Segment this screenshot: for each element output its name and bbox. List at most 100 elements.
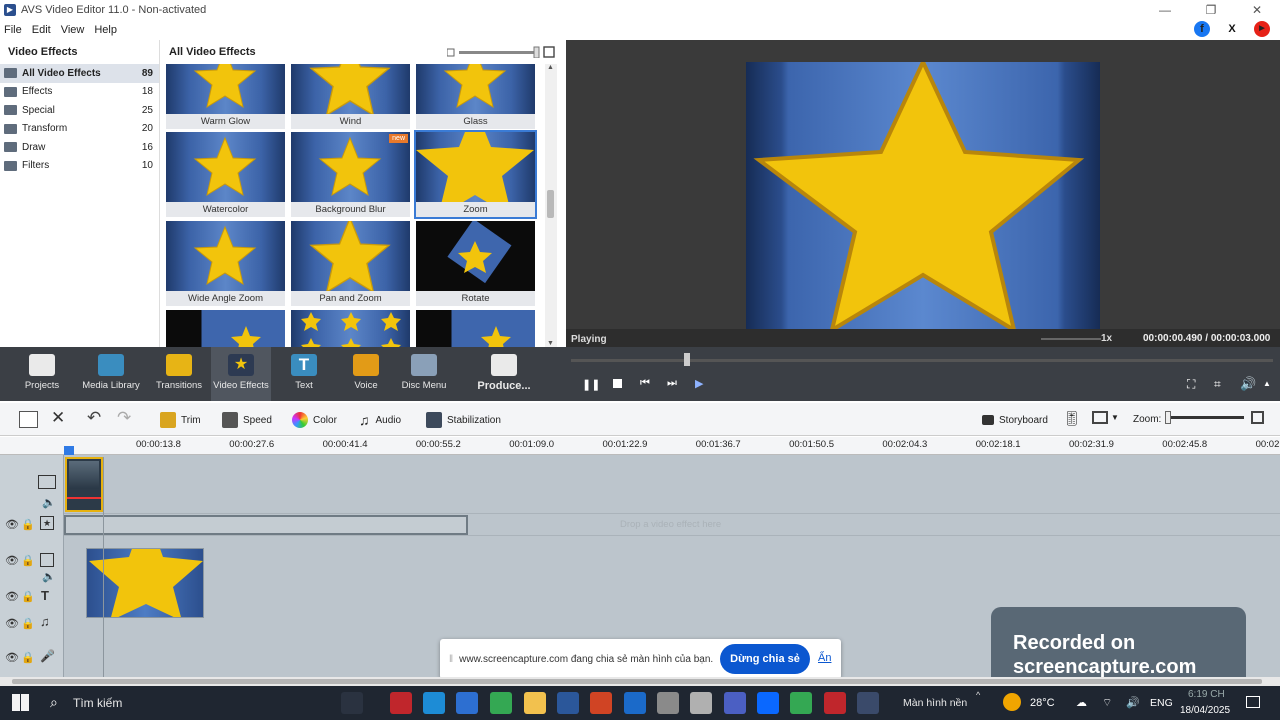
effect-tile[interactable] <box>416 310 535 347</box>
tool-transitions[interactable]: Transitions <box>153 347 205 401</box>
tool-projects[interactable]: Projects <box>17 347 67 401</box>
effect-drop-zone[interactable] <box>64 515 468 535</box>
task-view-icon[interactable] <box>341 692 363 714</box>
lock-icon[interactable]: 🔒 <box>21 518 35 531</box>
zoom-slider-handle[interactable] <box>1165 411 1171 424</box>
category-special[interactable]: Special 25 <box>0 101 159 120</box>
eye-icon[interactable]: 👁 <box>5 590 19 603</box>
gallery-scrollbar[interactable]: ▲ ▼ <box>545 64 557 347</box>
eye-icon[interactable]: 👁 <box>5 617 19 630</box>
effect-wide-angle-zoom[interactable]: Wide Angle Zoom <box>166 221 285 306</box>
taskbar-search[interactable]: Tìm kiếm <box>73 696 122 710</box>
speaker-icon[interactable]: 🔈 <box>42 570 56 583</box>
menu-file[interactable]: File <box>4 24 22 36</box>
pause-button[interactable]: ❚❚ <box>582 378 600 391</box>
video-clip[interactable] <box>65 457 103 512</box>
effect-pan-and-zoom[interactable]: Pan and Zoom <box>291 221 410 306</box>
mail-icon[interactable] <box>624 692 646 714</box>
fullscreen-button[interactable]: ⛶ <box>1187 377 1195 392</box>
tool-disc-menu[interactable]: Disc Menu <box>399 347 449 401</box>
photos-icon[interactable] <box>690 692 712 714</box>
timeline-zoom-slider[interactable] <box>1166 416 1244 419</box>
effect-tile[interactable] <box>291 310 410 347</box>
lock-icon[interactable]: 🔒 <box>21 617 35 630</box>
word-icon[interactable] <box>557 692 579 714</box>
search-icon[interactable]: ⌕ <box>50 694 58 711</box>
hide-link[interactable]: Ẩn <box>818 652 831 664</box>
language-indicator[interactable]: ENG <box>1150 697 1173 709</box>
media-player-icon[interactable] <box>657 692 679 714</box>
audio-button[interactable]: ♫ Audio <box>359 409 401 431</box>
ccleaner-icon[interactable] <box>390 692 412 714</box>
video-capture-icon[interactable] <box>857 692 879 714</box>
eye-icon[interactable]: 👁 <box>5 554 19 567</box>
eye-icon[interactable]: 👁 <box>5 651 19 664</box>
powerpoint-icon[interactable] <box>590 692 612 714</box>
effect-tile[interactable] <box>166 310 285 347</box>
edge-icon[interactable] <box>423 692 445 714</box>
thumbnail-size-slider[interactable] <box>447 46 555 58</box>
undo-icon[interactable]: ↶ <box>87 408 101 428</box>
menu-view[interactable]: View <box>61 24 85 36</box>
select-all-icon[interactable] <box>19 411 38 428</box>
category-transform[interactable]: Transform 20 <box>0 120 159 139</box>
snapshot-button[interactable]: ⌗ <box>1214 377 1221 392</box>
effect-rotate[interactable]: Rotate <box>416 221 535 306</box>
store-icon[interactable] <box>456 692 478 714</box>
fit-timeline-icon[interactable] <box>1251 411 1264 424</box>
cloud-icon[interactable]: ☁ <box>1076 696 1087 709</box>
effect-background-blur[interactable]: new Background Blur <box>291 132 410 217</box>
stabilization-button[interactable]: Stabilization <box>426 409 501 431</box>
menu-edit[interactable]: Edit <box>32 24 51 36</box>
trim-button[interactable]: Trim <box>160 409 201 431</box>
clock-date[interactable]: 18/04/2025 <box>1180 705 1230 716</box>
minimize-button[interactable]: — <box>1142 0 1188 20</box>
seek-handle[interactable] <box>684 353 690 366</box>
play-range-button[interactable]: ▶ <box>695 377 703 390</box>
drag-handle-icon[interactable]: ‖ <box>449 654 453 665</box>
wifi-icon[interactable]: ⌔ <box>1102 696 1112 710</box>
chevron-up-icon[interactable]: ^ <box>976 690 980 700</box>
timeline-ruler[interactable]: 00:00:13.8 00:00:27.6 00:00:41.4 00:00:55.2… <box>0 437 1280 455</box>
tool-produce[interactable]: Produce... <box>472 347 536 401</box>
zalo-icon[interactable] <box>757 692 779 714</box>
category-all-video-effects[interactable]: All Video Effects 89 <box>0 64 159 83</box>
restore-button[interactable]: ❐ <box>1188 0 1234 20</box>
chevron-down-icon[interactable]: ▼ <box>1111 413 1119 422</box>
effect-watercolor[interactable]: Watercolor <box>166 132 285 217</box>
redo-icon[interactable]: ↷ <box>117 408 131 428</box>
aspect-ratio-icon[interactable] <box>1092 411 1108 424</box>
speaker-icon[interactable]: 🔈 <box>42 496 56 509</box>
teams-icon[interactable] <box>724 692 746 714</box>
close-button[interactable]: ✕ <box>1234 0 1280 20</box>
effect-zoom[interactable]: Zoom <box>414 130 537 219</box>
previous-frame-button[interactable]: ⏮ <box>640 377 650 390</box>
lock-icon[interactable]: 🔒 <box>21 590 35 603</box>
category-effects[interactable]: Effects 18 <box>0 83 159 102</box>
file-explorer-icon[interactable] <box>524 692 546 714</box>
clock-time[interactable]: 6:19 CH <box>1188 689 1225 700</box>
notifications-icon[interactable] <box>1246 696 1260 708</box>
tool-voice[interactable]: Voice <box>343 347 389 401</box>
next-frame-button[interactable]: ⏭ <box>667 377 677 390</box>
playhead-marker[interactable] <box>64 446 74 455</box>
tool-media-library[interactable]: Media Library <box>81 347 141 401</box>
volume-expand-icon[interactable]: ▲ <box>1263 379 1271 388</box>
volume-icon[interactable]: 🔊 <box>1126 696 1140 709</box>
lock-icon[interactable]: 🔒 <box>21 554 35 567</box>
lock-icon[interactable]: 🔒 <box>21 651 35 664</box>
color-button[interactable]: Color <box>292 409 337 431</box>
timeline-scrollbar[interactable] <box>0 677 1280 686</box>
category-filters[interactable]: Filters 10 <box>0 157 159 176</box>
menu-help[interactable]: Help <box>94 24 117 36</box>
weather-icon[interactable] <box>1003 693 1021 711</box>
desktop-label[interactable]: Màn hình nền <box>903 697 967 709</box>
audio-mixer-icon[interactable]: 🎚 <box>1063 410 1081 427</box>
avs-editor-icon[interactable] <box>824 692 846 714</box>
eye-icon[interactable]: 👁 <box>5 518 19 531</box>
tool-video-effects[interactable]: ★ Video Effects <box>211 347 271 401</box>
tool-text[interactable]: T Text <box>282 347 326 401</box>
stop-sharing-button[interactable]: Dừng chia sẻ <box>720 644 810 674</box>
chrome-active-icon[interactable] <box>790 692 812 714</box>
speed-button[interactable]: Speed <box>222 409 272 431</box>
